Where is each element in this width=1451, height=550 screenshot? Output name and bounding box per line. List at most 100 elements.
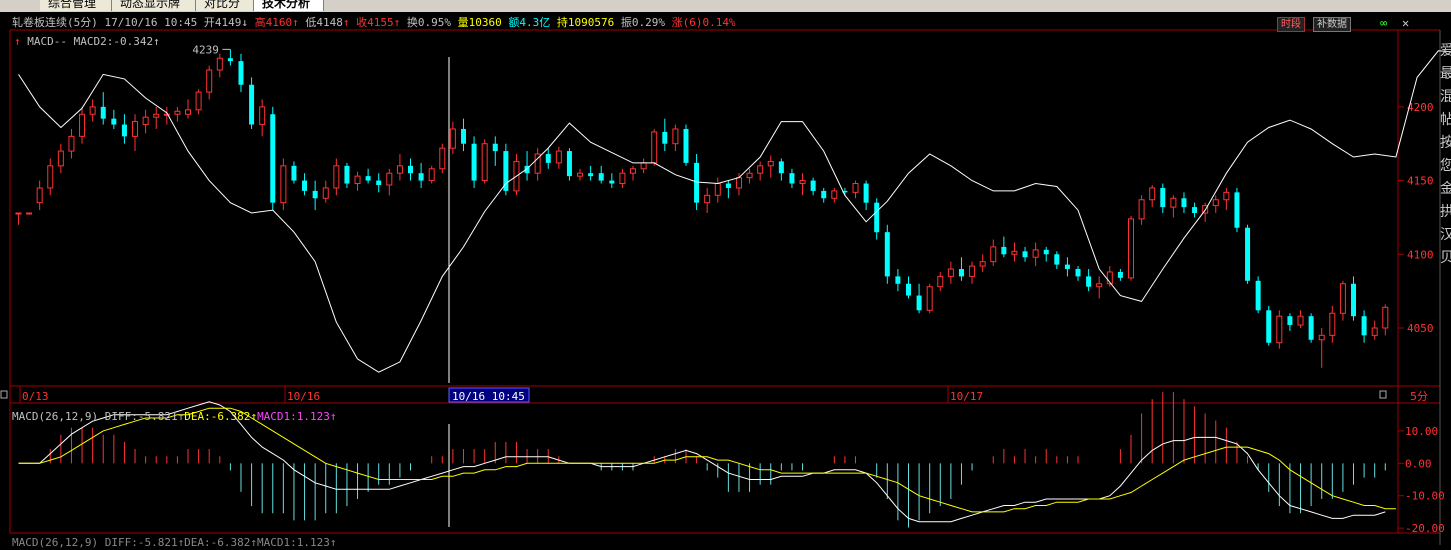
candle-body-up[interactable] bbox=[1139, 200, 1144, 219]
candle-body-up[interactable] bbox=[673, 129, 678, 144]
candle-body-up[interactable] bbox=[429, 169, 434, 181]
candle-body-down[interactable] bbox=[588, 173, 593, 176]
candle-body-down[interactable] bbox=[546, 154, 551, 163]
candle-body-up[interactable] bbox=[440, 148, 445, 169]
candle-body-down[interactable] bbox=[959, 269, 964, 276]
candle-body-down[interactable] bbox=[1023, 251, 1028, 257]
side-char[interactable]: 金 bbox=[1440, 178, 1451, 201]
candle-body-down[interactable] bbox=[779, 161, 784, 173]
side-char[interactable]: 汉 bbox=[1440, 224, 1451, 247]
candle-body-down[interactable] bbox=[1054, 254, 1059, 264]
candle-body-down[interactable] bbox=[111, 119, 116, 125]
candle-body-down[interactable] bbox=[503, 151, 508, 191]
candle-body-up[interactable] bbox=[578, 173, 583, 176]
chart-canvas[interactable]: 42004150410040500/1310/1610/1710/16 10:4… bbox=[0, 0, 1451, 545]
candle-body-up[interactable] bbox=[355, 176, 360, 183]
candle-body-up[interactable] bbox=[832, 191, 837, 198]
candle-body-up[interactable] bbox=[1033, 250, 1038, 257]
candle-body-up[interactable] bbox=[1277, 316, 1282, 343]
side-char[interactable]: 爱 bbox=[1440, 40, 1451, 63]
candle-body-down[interactable] bbox=[683, 129, 688, 163]
candle-body-down[interactable] bbox=[1234, 192, 1239, 227]
candle-body-up[interactable] bbox=[334, 166, 339, 188]
candle-body-down[interactable] bbox=[1245, 228, 1250, 281]
candle-body-up[interactable] bbox=[1330, 313, 1335, 335]
side-char[interactable]: 混 bbox=[1440, 86, 1451, 109]
candle-body-up[interactable] bbox=[387, 173, 392, 185]
candle-body-up[interactable] bbox=[556, 151, 561, 163]
candle-body-down[interactable] bbox=[1287, 316, 1292, 325]
candle-body-up[interactable] bbox=[175, 111, 180, 114]
candle-body-up[interactable] bbox=[281, 166, 286, 203]
candle-body-down[interactable] bbox=[811, 181, 816, 191]
candle-body-up[interactable] bbox=[207, 70, 212, 92]
link-icon[interactable]: ∞ bbox=[1380, 17, 1398, 29]
candle-body-down[interactable] bbox=[1160, 188, 1165, 207]
candle-body-up[interactable] bbox=[48, 166, 53, 188]
candle-body-up[interactable] bbox=[1298, 316, 1303, 325]
candle-body-up[interactable] bbox=[1319, 335, 1324, 339]
candle-body-down[interactable] bbox=[1118, 272, 1123, 278]
candle-body-down[interactable] bbox=[313, 191, 318, 198]
candle-body-down[interactable] bbox=[1001, 247, 1006, 254]
candle-body-up[interactable] bbox=[1012, 251, 1017, 254]
side-char[interactable]: 帖 bbox=[1440, 109, 1451, 132]
candle-body-down[interactable] bbox=[472, 144, 477, 181]
side-char[interactable]: 贝 bbox=[1440, 247, 1451, 270]
candle-body-down[interactable] bbox=[662, 132, 667, 144]
candle-body-down[interactable] bbox=[376, 181, 381, 185]
candle-body-up[interactable] bbox=[631, 169, 636, 173]
candle-body-down[interactable] bbox=[789, 173, 794, 183]
candle-body-up[interactable] bbox=[1340, 284, 1345, 313]
candle-body-up[interactable] bbox=[1383, 307, 1388, 328]
candle-body-down[interactable] bbox=[609, 181, 614, 184]
side-char[interactable]: 您 bbox=[1440, 155, 1451, 178]
candle-body-up[interactable] bbox=[1171, 198, 1176, 207]
candle-body-down[interactable] bbox=[694, 163, 699, 203]
candle-body-down[interactable] bbox=[821, 191, 826, 198]
candle-body-down[interactable] bbox=[408, 166, 413, 173]
candle-body-down[interactable] bbox=[238, 61, 243, 85]
candle-body-down[interactable] bbox=[1044, 250, 1049, 254]
candle-body-up[interactable] bbox=[980, 262, 985, 266]
fill-data-button[interactable]: 补数据 bbox=[1313, 17, 1351, 32]
candle-body-up[interactable] bbox=[991, 247, 996, 262]
candle-body-down[interactable] bbox=[917, 296, 922, 311]
candle-body-down[interactable] bbox=[249, 85, 254, 125]
candle-body-up[interactable] bbox=[397, 166, 402, 173]
candle-body-up[interactable] bbox=[641, 163, 646, 169]
candle-body-up[interactable] bbox=[938, 276, 943, 286]
candle-body-up[interactable] bbox=[970, 266, 975, 276]
candle-body-down[interactable] bbox=[1086, 276, 1091, 286]
candle-body-up[interactable] bbox=[1128, 219, 1133, 278]
candle-body-up[interactable] bbox=[133, 122, 138, 137]
candle-body-down[interactable] bbox=[567, 151, 572, 176]
candle-body-up[interactable] bbox=[260, 107, 265, 125]
candle-body-down[interactable] bbox=[101, 107, 106, 119]
candle-body-up[interactable] bbox=[705, 195, 710, 202]
candle-body-down[interactable] bbox=[1076, 269, 1081, 276]
candle-body-down[interactable] bbox=[1362, 316, 1367, 335]
candle-body-down[interactable] bbox=[270, 114, 275, 202]
candle-body-down[interactable] bbox=[864, 184, 869, 203]
candle-body-down[interactable] bbox=[599, 173, 604, 180]
timeshare-button[interactable]: 时段 bbox=[1277, 17, 1305, 32]
period-label[interactable]: 5分 bbox=[1410, 390, 1428, 403]
candle-body-up[interactable] bbox=[1372, 328, 1377, 335]
candle-body-up[interactable] bbox=[154, 114, 159, 117]
candle-body-down[interactable] bbox=[493, 144, 498, 151]
candle-body-down[interactable] bbox=[366, 176, 371, 180]
candle-body-up[interactable] bbox=[196, 92, 201, 110]
close-icon[interactable]: ✕ bbox=[1402, 16, 1409, 30]
candle-body-down[interactable] bbox=[906, 284, 911, 296]
candle-body-up[interactable] bbox=[768, 161, 773, 165]
candle-body-down[interactable] bbox=[461, 129, 466, 144]
candle-body-up[interactable] bbox=[715, 184, 720, 196]
candle-body-down[interactable] bbox=[1181, 198, 1186, 207]
candle-body-up[interactable] bbox=[80, 114, 85, 136]
candle-body-down[interactable] bbox=[874, 203, 879, 232]
candle-body-up[interactable] bbox=[69, 136, 74, 151]
candle-body-up[interactable] bbox=[1213, 200, 1218, 206]
candle-body-down[interactable] bbox=[228, 58, 233, 61]
candle-body-down[interactable] bbox=[419, 173, 424, 180]
